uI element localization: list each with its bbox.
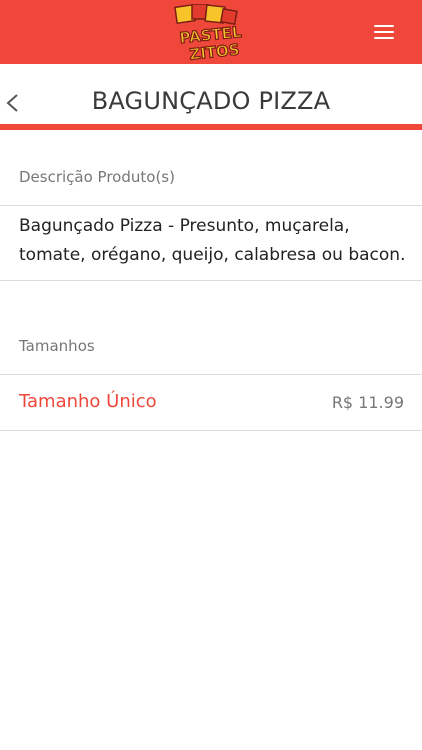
size-name: Tamanho Único bbox=[19, 391, 157, 412]
pastelzitos-logo: PASTEL ZITOS bbox=[174, 4, 243, 62]
app-header: PASTEL ZITOS bbox=[0, 0, 422, 64]
accent-divider bbox=[0, 124, 422, 130]
size-price: R$ 11.99 bbox=[331, 393, 404, 412]
hamburger-menu-icon bbox=[374, 25, 394, 27]
size-option[interactable]: Tamanho Único R$ 11.99 bbox=[0, 375, 422, 430]
page-title: BAGUNÇADO PIZZA bbox=[91, 87, 331, 115]
divider bbox=[0, 205, 422, 206]
menu-button[interactable] bbox=[367, 17, 401, 47]
divider bbox=[0, 280, 422, 281]
sizes-label: Tamanhos bbox=[19, 337, 95, 355]
divider bbox=[0, 430, 422, 431]
description-label: Descrição Produto(s) bbox=[19, 168, 175, 186]
product-description: Bagunçado Pizza - Presunto, muçarela, to… bbox=[19, 216, 406, 265]
